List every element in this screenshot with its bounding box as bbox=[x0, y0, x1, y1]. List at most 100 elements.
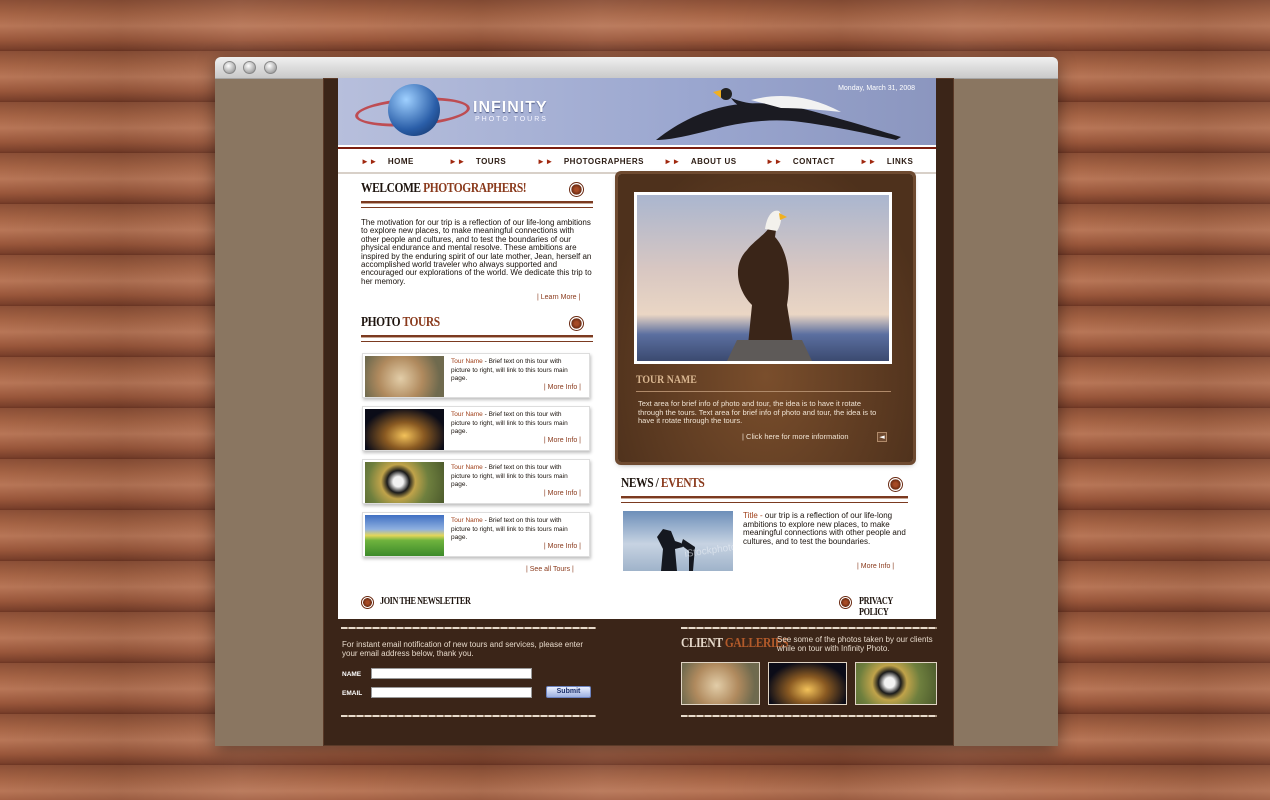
see-all-tours-link[interactable]: | See all Tours | bbox=[526, 566, 574, 573]
gallery-thumbnail-puffin[interactable] bbox=[855, 662, 937, 705]
news-item-text: Title - our trip is a reflection of our … bbox=[743, 511, 913, 546]
news-photo-watermark: iStockphoto bbox=[684, 542, 733, 560]
brand-tagline: PHOTO TOURS bbox=[475, 116, 548, 123]
browser-window: INFINITY PHOTO TOURS Monday, March 31, 2… bbox=[215, 57, 1058, 746]
window-titlebar bbox=[215, 57, 1058, 79]
section-rule-thin bbox=[621, 502, 908, 503]
gallery-thumbnail-night-city[interactable] bbox=[768, 662, 847, 705]
featured-eagle-photo bbox=[637, 195, 889, 361]
featured-tour-text: Text area for brief info of photo and to… bbox=[638, 399, 877, 425]
news-heading: NEWS / EVENTS bbox=[621, 476, 705, 492]
featured-tour-panel: TOUR NAME Text area for brief info of ph… bbox=[618, 174, 913, 462]
play-arrow-icon[interactable]: ◄ bbox=[877, 432, 887, 442]
tour-more-info-link[interactable]: | More Info | bbox=[544, 437, 581, 444]
nav-links[interactable]: ►► LINKS bbox=[860, 157, 913, 166]
privacy-policy-link[interactable]: PRIVACY POLICY bbox=[859, 596, 922, 618]
close-window-button[interactable] bbox=[223, 61, 236, 74]
nav-tours-label: TOURS bbox=[475, 157, 507, 166]
join-newsletter-link[interactable]: JOIN THE NEWSLETTER bbox=[380, 596, 471, 607]
submit-button[interactable]: Submit bbox=[546, 686, 591, 698]
footer-rule bbox=[681, 715, 937, 717]
compass-icon bbox=[569, 316, 584, 331]
tour-card[interactable]: Tour Name - Brief text on this tour with… bbox=[362, 353, 590, 398]
tour-more-info-link[interactable]: | More Info | bbox=[544, 543, 581, 550]
website: INFINITY PHOTO TOURS Monday, March 31, 2… bbox=[323, 78, 954, 746]
tour-thumbnail-bear[interactable] bbox=[365, 356, 444, 397]
footer-rule bbox=[341, 715, 596, 717]
header-eagle-image bbox=[656, 88, 901, 140]
news-item-body: our trip is a reflection of our life-lon… bbox=[743, 511, 906, 546]
nav-photographers[interactable]: ►► PHOTOGRAPHERS bbox=[537, 157, 644, 166]
name-input[interactable] bbox=[371, 668, 532, 679]
welcome-text: The motivation for our trip is a reflect… bbox=[361, 218, 592, 286]
tour-name-link[interactable]: Tour Name bbox=[451, 358, 483, 365]
minimize-window-button[interactable] bbox=[243, 61, 256, 74]
section-rule bbox=[361, 335, 593, 338]
site-header: INFINITY PHOTO TOURS Monday, March 31, 2… bbox=[338, 78, 936, 145]
newsletter-compass-icon bbox=[361, 596, 374, 609]
photo-tours-heading-a: PHOTO bbox=[361, 315, 401, 330]
site-footer: For instant email notification of new to… bbox=[323, 619, 954, 746]
nav-contact-label: CONTACT bbox=[792, 157, 835, 166]
tour-text: Tour Name - Brief text on this tour with… bbox=[451, 517, 581, 543]
logo-globe-icon[interactable] bbox=[388, 84, 440, 136]
photo-tours-heading: PHOTO TOURS bbox=[361, 315, 440, 331]
tour-name-link[interactable]: Tour Name bbox=[451, 517, 483, 524]
featured-photo-frame[interactable] bbox=[634, 192, 892, 364]
news-more-info-link[interactable]: | More Info | bbox=[857, 563, 894, 570]
tour-thumbnail-night-city[interactable] bbox=[365, 409, 444, 450]
gallery-thumbnail-bear[interactable] bbox=[681, 662, 760, 705]
nav-photographers-label: PHOTOGRAPHERS bbox=[563, 157, 644, 166]
section-rule-thin bbox=[361, 341, 593, 342]
featured-rule bbox=[636, 391, 891, 392]
email-label: EMAIL bbox=[342, 690, 363, 697]
galleries-heading-a: CLIENT bbox=[681, 636, 723, 651]
nav-about-us[interactable]: ►► ABOUT US bbox=[664, 157, 737, 166]
newsletter-intro: For instant email notification of new to… bbox=[342, 640, 584, 658]
featured-more-link[interactable]: | Click here for more information bbox=[742, 432, 849, 441]
nav-about-us-label: ABOUT US bbox=[690, 157, 737, 166]
tour-card[interactable]: Tour Name - Brief text on this tour with… bbox=[362, 459, 590, 504]
tour-card[interactable]: Tour Name - Brief text on this tour with… bbox=[362, 406, 590, 451]
tour-thumbnail-landscape[interactable] bbox=[365, 515, 444, 556]
tour-more-info-link[interactable]: | More Info | bbox=[544, 384, 581, 391]
photo-tours-heading-b: TOURS bbox=[402, 315, 440, 330]
tour-card[interactable]: Tour Name - Brief text on this tour with… bbox=[362, 512, 590, 557]
compass-icon bbox=[888, 477, 903, 492]
nav-home[interactable]: ►► HOME bbox=[361, 157, 414, 166]
main-nav: ►► HOME ►► TOURS ►► PHOTOGRAPHERS ►► ABOUT U… bbox=[338, 145, 936, 174]
featured-tour-title: TOUR NAME bbox=[636, 372, 697, 386]
nav-links-label: LINKS bbox=[886, 157, 914, 166]
tour-text: Tour Name - Brief text on this tour with… bbox=[451, 464, 581, 490]
tour-name-link[interactable]: Tour Name bbox=[451, 464, 483, 471]
join-newsletter-label: JOIN THE NEWSLETTER bbox=[380, 596, 471, 607]
tour-more-info-link[interactable]: | More Info | bbox=[544, 490, 581, 497]
news-heading-a: NEWS / bbox=[621, 476, 659, 491]
news-photo[interactable]: iStockphoto bbox=[623, 511, 733, 571]
learn-more-link[interactable]: | Learn More | bbox=[537, 294, 580, 301]
name-label: NAME bbox=[342, 671, 362, 678]
client-galleries-heading: CLIENT GALLERIES bbox=[681, 636, 789, 652]
tour-thumbnail-puffin[interactable] bbox=[365, 462, 444, 503]
nav-contact[interactable]: ►► CONTACT bbox=[766, 157, 835, 166]
brand-name[interactable]: INFINITY bbox=[473, 99, 548, 117]
tour-name-link[interactable]: Tour Name bbox=[451, 411, 483, 418]
compass-icon bbox=[569, 182, 584, 197]
welcome-heading: WELCOME PHOTOGRAPHERS! bbox=[361, 181, 527, 197]
nav-tours[interactable]: ►► TOURS bbox=[449, 157, 506, 166]
email-input[interactable] bbox=[371, 687, 532, 698]
section-rule bbox=[621, 496, 908, 499]
tour-text: Tour Name - Brief text on this tour with… bbox=[451, 411, 581, 437]
maximize-window-button[interactable] bbox=[264, 61, 277, 74]
footer-rule bbox=[681, 627, 937, 629]
welcome-heading-b: PHOTOGRAPHERS! bbox=[423, 181, 527, 196]
privacy-policy-label: PRIVACY POLICY bbox=[859, 596, 893, 618]
footer-rule bbox=[341, 627, 596, 629]
section-rule bbox=[361, 201, 593, 204]
nav-home-label: HOME bbox=[387, 157, 414, 166]
galleries-text: See some of the photos taken by our clie… bbox=[777, 635, 933, 653]
privacy-compass-icon bbox=[839, 596, 852, 609]
news-heading-b: EVENTS bbox=[660, 476, 705, 491]
tour-text: Tour Name - Brief text on this tour with… bbox=[451, 358, 581, 384]
welcome-heading-a: WELCOME bbox=[361, 181, 421, 196]
